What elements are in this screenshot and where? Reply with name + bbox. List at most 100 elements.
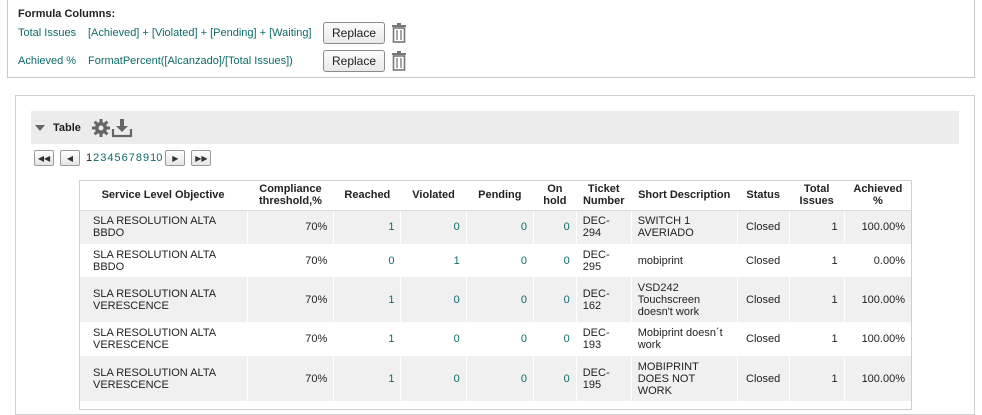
cell-on-hold[interactable]: 0	[533, 244, 577, 277]
table-header-row: Service Level Objective Compliance thres…	[79, 180, 912, 211]
column-header[interactable]: Total Issues	[789, 180, 845, 211]
column-header[interactable]: Violated	[400, 180, 467, 211]
gear-icon[interactable]	[91, 118, 111, 138]
cell-slo: SLA RESOLUTION ALTA BBDO	[79, 210, 248, 244]
page-link[interactable]: 8	[136, 152, 142, 164]
column-header[interactable]: Ticket Number	[576, 180, 632, 211]
column-header[interactable]: Achieved %	[844, 180, 912, 211]
cell-status: Closed	[737, 356, 790, 401]
page-link[interactable]: 10	[150, 152, 162, 164]
cell-reached[interactable]: 1	[333, 322, 402, 356]
cell-total: 1	[789, 356, 845, 401]
cell-pending[interactable]: 0	[466, 322, 534, 356]
cell-pending[interactable]: 0	[466, 356, 534, 401]
page-link[interactable]: 3	[100, 152, 106, 164]
section-title: Table	[53, 121, 81, 134]
cell-violated[interactable]: 1	[400, 244, 467, 277]
cell-status: Closed	[737, 210, 790, 244]
cell-slo: SLA RESOLUTION ALTA VERESCENCE	[79, 356, 248, 401]
cell-total: 1	[789, 210, 845, 244]
cell-pending[interactable]: 0	[466, 210, 534, 244]
cell-reached[interactable]: 1	[333, 356, 402, 401]
cell-threshold: 70%	[247, 277, 335, 322]
table-panel: Table ◀◀ ◀ 1 2 3 4 5 6 7 8 9 10 ▶ ▶▶ Ser…	[15, 95, 975, 415]
cell-reached[interactable]: 0	[333, 244, 402, 277]
formula-expression[interactable]: FormatPercent([Alcanzado]/[Total Issues]…	[88, 55, 323, 67]
cell-pending[interactable]: 0	[466, 277, 534, 322]
cell-total: 1	[789, 244, 845, 277]
cell-achieved: 100.00%	[844, 356, 913, 401]
cell-on-hold[interactable]: 0	[533, 322, 577, 356]
cell-total: 1	[789, 277, 845, 322]
column-header[interactable]: Compliance threshold,%	[247, 180, 334, 211]
column-header[interactable]: Short Description	[631, 180, 738, 211]
replace-button[interactable]: Replace	[323, 50, 385, 72]
page-link[interactable]: 6	[122, 152, 128, 164]
cell-status: Closed	[737, 277, 790, 322]
page-link[interactable]: 2	[93, 152, 99, 164]
cell-status: Closed	[737, 322, 790, 356]
cell-violated[interactable]: 0	[400, 210, 467, 244]
page-link[interactable]: 1	[86, 152, 92, 164]
cell-description: Mobiprint doesn´t work	[631, 322, 738, 356]
page-link[interactable]: 5	[115, 152, 121, 164]
cell-threshold: 70%	[247, 244, 335, 277]
cell-pending[interactable]: 0	[466, 244, 534, 277]
cell-reached[interactable]: 1	[333, 210, 402, 244]
cell-ticket: DEC-162	[576, 277, 632, 322]
column-header[interactable]: Pending	[466, 180, 534, 211]
formula-row-achieved-percent: Achieved % FormatPercent([Alcanzado]/[To…	[18, 49, 407, 73]
collapse-triangle-icon[interactable]	[35, 124, 45, 131]
table-row: SLA RESOLUTION ALTA BBDO 70% 1 0 0 0 DEC…	[79, 210, 913, 244]
column-header[interactable]: On hold	[533, 180, 577, 211]
formula-name[interactable]: Achieved %	[18, 55, 88, 67]
page-link[interactable]: 7	[129, 152, 135, 164]
cell-violated[interactable]: 0	[400, 322, 467, 356]
prev-page-icon[interactable]: ◀	[60, 150, 80, 166]
cell-achieved: 0.00%	[844, 244, 913, 277]
last-page-icon[interactable]: ▶▶	[191, 150, 212, 166]
cell-achieved: 100.00%	[844, 210, 913, 244]
formula-columns-title: Formula Columns:	[18, 8, 116, 20]
cell-on-hold[interactable]: 0	[533, 210, 577, 244]
cell-ticket: DEC-295	[576, 244, 632, 277]
table-row: SLA RESOLUTION ALTA VERESCENCE 70% 1 0 0…	[79, 322, 913, 356]
cell-description: MOBIPRINT DOES NOT WORK	[631, 356, 738, 401]
formula-columns-panel: Formula Columns: Total Issues [Achieved]…	[7, 0, 975, 78]
cell-description: mobiprint	[631, 244, 738, 277]
cell-on-hold[interactable]: 0	[533, 356, 577, 401]
cell-on-hold[interactable]: 0	[533, 277, 577, 322]
formula-name[interactable]: Total Issues	[18, 27, 88, 39]
trash-icon[interactable]	[391, 51, 407, 71]
cell-description: VSD242 Touchscreen doesn't work	[631, 277, 738, 322]
cell-violated[interactable]: 0	[400, 356, 467, 401]
cell-reached[interactable]: 1	[333, 277, 402, 322]
column-header[interactable]: Status	[737, 180, 790, 211]
cell-threshold: 70%	[247, 322, 335, 356]
cell-achieved: 100.00%	[844, 322, 913, 356]
table-row: SLA RESOLUTION ALTA BBDO 70% 0 1 0 0 DEC…	[79, 244, 913, 277]
cell-threshold: 70%	[247, 356, 335, 401]
formula-row-total-issues: Total Issues [Achieved] + [Violated] + […	[18, 21, 407, 45]
cell-slo: SLA RESOLUTION ALTA BBDO	[79, 244, 248, 277]
download-icon[interactable]	[111, 118, 133, 138]
first-page-icon[interactable]: ◀◀	[34, 150, 54, 166]
next-page-icon[interactable]: ▶	[165, 150, 186, 166]
column-header[interactable]: Service Level Objective	[79, 180, 248, 211]
table-section-header[interactable]: Table	[31, 111, 959, 144]
cell-ticket: DEC-193	[576, 322, 632, 356]
cell-slo: SLA RESOLUTION ALTA VERESCENCE	[79, 277, 248, 322]
trash-icon[interactable]	[391, 23, 407, 43]
cell-ticket: DEC-195	[576, 356, 632, 401]
cell-achieved: 100.00%	[844, 277, 913, 322]
formula-expression[interactable]: [Achieved] + [Violated] + [Pending] + [W…	[88, 27, 323, 39]
replace-button[interactable]: Replace	[323, 22, 385, 44]
column-header[interactable]: Reached	[333, 180, 401, 211]
page-link[interactable]: 9	[143, 152, 149, 164]
cell-violated[interactable]: 0	[400, 277, 467, 322]
pagination: ◀◀ ◀ 1 2 3 4 5 6 7 8 9 10 ▶ ▶▶	[34, 148, 217, 168]
cell-ticket: DEC-294	[576, 210, 632, 244]
page-link[interactable]: 4	[107, 152, 113, 164]
cell-threshold: 70%	[247, 210, 335, 244]
table-row: SLA RESOLUTION ALTA VERESCENCE 70% 1 0 0…	[79, 356, 913, 401]
